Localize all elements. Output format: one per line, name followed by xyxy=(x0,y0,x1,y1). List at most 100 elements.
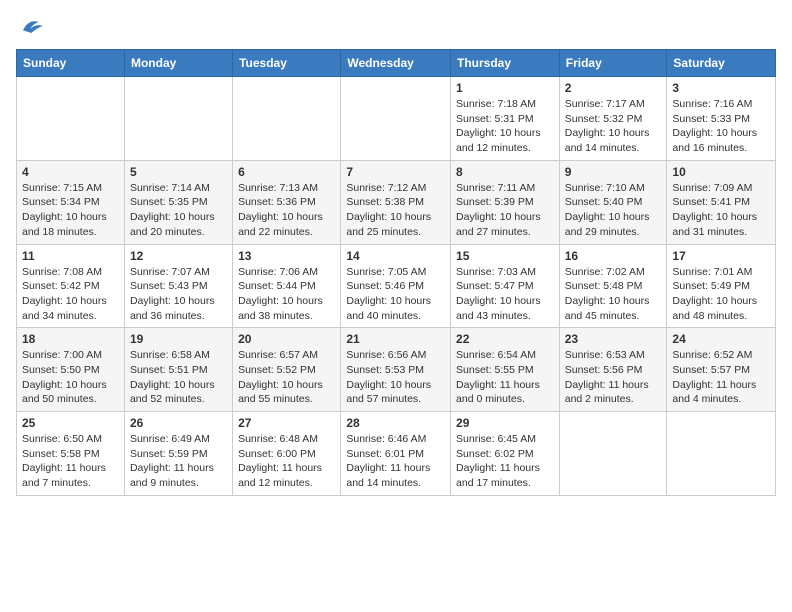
calendar-cell xyxy=(124,77,232,161)
day-info: Sunrise: 6:52 AM Sunset: 5:57 PM Dayligh… xyxy=(672,348,770,407)
calendar-cell: 27Sunrise: 6:48 AM Sunset: 6:00 PM Dayli… xyxy=(233,412,341,496)
day-number: 20 xyxy=(238,332,335,346)
week-row-2: 11 Sunrise: 7:08 AM Sunset: 5:42 PM Dayli… xyxy=(17,244,776,328)
week-row-0: 1 Sunrise: 7:18 AM Sunset: 5:31 PM Daylig… xyxy=(17,77,776,161)
day-number: 18 xyxy=(22,332,119,346)
calendar-cell: 17 Sunrise: 7:01 AM Sunset: 5:49 PM Dayli… xyxy=(667,244,776,328)
calendar-cell xyxy=(233,77,341,161)
calendar-cell: 13Sunrise: 7:06 AM Sunset: 5:44 PM Dayli… xyxy=(233,244,341,328)
calendar-cell: 29 Sunrise: 6:45 AM Sunset: 6:02 PM Dayli… xyxy=(451,412,560,496)
day-info: Sunrise: 7:01 AM Sunset: 5:49 PM Dayligh… xyxy=(672,265,770,324)
calendar-cell: 1 Sunrise: 7:18 AM Sunset: 5:31 PM Daylig… xyxy=(451,77,560,161)
calendar-table: SundayMondayTuesdayWednesdayThursdayFrid… xyxy=(16,49,776,496)
day-info: Sunrise: 6:56 AM Sunset: 5:53 PM Dayligh… xyxy=(346,348,445,407)
day-number: 28 xyxy=(346,416,445,430)
day-info: Sunrise: 7:06 AM Sunset: 5:44 PM Dayligh… xyxy=(238,265,335,324)
day-number: 16 xyxy=(565,249,662,263)
day-info: Sunrise: 7:13 AM Sunset: 5:36 PM Dayligh… xyxy=(238,181,335,240)
calendar-cell xyxy=(17,77,125,161)
day-number: 15 xyxy=(456,249,554,263)
day-number: 9 xyxy=(565,165,662,179)
calendar-cell: 24 Sunrise: 6:52 AM Sunset: 5:57 PM Dayli… xyxy=(667,328,776,412)
day-number: 7 xyxy=(346,165,445,179)
day-number: 12 xyxy=(130,249,227,263)
day-info: Sunrise: 6:46 AM Sunset: 6:01 PM Dayligh… xyxy=(346,432,445,491)
day-info: Sunrise: 6:57 AM Sunset: 5:52 PM Dayligh… xyxy=(238,348,335,407)
header xyxy=(16,16,776,41)
calendar-cell: 19 Sunrise: 6:58 AM Sunset: 5:51 PM Dayli… xyxy=(124,328,232,412)
day-number: 29 xyxy=(456,416,554,430)
day-info: Sunrise: 7:11 AM Sunset: 5:39 PM Dayligh… xyxy=(456,181,554,240)
week-row-4: 25 Sunrise: 6:50 AM Sunset: 5:58 PM Dayli… xyxy=(17,412,776,496)
day-number: 4 xyxy=(22,165,119,179)
day-info: Sunrise: 7:18 AM Sunset: 5:31 PM Dayligh… xyxy=(456,97,554,156)
calendar-cell: 26 Sunrise: 6:49 AM Sunset: 5:59 PM Dayli… xyxy=(124,412,232,496)
day-number: 11 xyxy=(22,249,119,263)
calendar-cell: 15 Sunrise: 7:03 AM Sunset: 5:47 PM Dayli… xyxy=(451,244,560,328)
day-info: Sunrise: 7:10 AM Sunset: 5:40 PM Dayligh… xyxy=(565,181,662,240)
day-number: 25 xyxy=(22,416,119,430)
calendar-cell: 3Sunrise: 7:16 AM Sunset: 5:33 PM Daylig… xyxy=(667,77,776,161)
calendar-cell: 25 Sunrise: 6:50 AM Sunset: 5:58 PM Dayli… xyxy=(17,412,125,496)
calendar-cell: 7 Sunrise: 7:12 AM Sunset: 5:38 PM Daylig… xyxy=(341,160,451,244)
day-info: Sunrise: 7:00 AM Sunset: 5:50 PM Dayligh… xyxy=(22,348,119,407)
day-info: Sunrise: 7:09 AM Sunset: 5:41 PM Dayligh… xyxy=(672,181,770,240)
calendar-cell xyxy=(341,77,451,161)
calendar-cell: 23 Sunrise: 6:53 AM Sunset: 5:56 PM Dayli… xyxy=(559,328,667,412)
calendar-cell: 8Sunrise: 7:11 AM Sunset: 5:39 PM Daylig… xyxy=(451,160,560,244)
day-number: 5 xyxy=(130,165,227,179)
calendar-cell: 4 Sunrise: 7:15 AM Sunset: 5:34 PM Daylig… xyxy=(17,160,125,244)
col-header-sunday: Sunday xyxy=(17,50,125,77)
day-info: Sunrise: 7:07 AM Sunset: 5:43 PM Dayligh… xyxy=(130,265,227,324)
calendar-cell: 20 Sunrise: 6:57 AM Sunset: 5:52 PM Dayli… xyxy=(233,328,341,412)
day-number: 26 xyxy=(130,416,227,430)
calendar-cell xyxy=(559,412,667,496)
day-number: 19 xyxy=(130,332,227,346)
calendar-cell: 16Sunrise: 7:02 AM Sunset: 5:48 PM Dayli… xyxy=(559,244,667,328)
week-row-1: 4 Sunrise: 7:15 AM Sunset: 5:34 PM Daylig… xyxy=(17,160,776,244)
logo xyxy=(16,16,48,41)
day-info: Sunrise: 7:12 AM Sunset: 5:38 PM Dayligh… xyxy=(346,181,445,240)
col-header-wednesday: Wednesday xyxy=(341,50,451,77)
logo-icon xyxy=(16,16,44,41)
day-number: 6 xyxy=(238,165,335,179)
calendar-cell: 9 Sunrise: 7:10 AM Sunset: 5:40 PM Daylig… xyxy=(559,160,667,244)
calendar-cell: 11 Sunrise: 7:08 AM Sunset: 5:42 PM Dayli… xyxy=(17,244,125,328)
day-number: 10 xyxy=(672,165,770,179)
calendar-cell: 22Sunrise: 6:54 AM Sunset: 5:55 PM Dayli… xyxy=(451,328,560,412)
day-info: Sunrise: 6:53 AM Sunset: 5:56 PM Dayligh… xyxy=(565,348,662,407)
day-info: Sunrise: 7:08 AM Sunset: 5:42 PM Dayligh… xyxy=(22,265,119,324)
col-header-tuesday: Tuesday xyxy=(233,50,341,77)
day-info: Sunrise: 6:48 AM Sunset: 6:00 PM Dayligh… xyxy=(238,432,335,491)
day-number: 24 xyxy=(672,332,770,346)
col-header-saturday: Saturday xyxy=(667,50,776,77)
calendar-cell: 14 Sunrise: 7:05 AM Sunset: 5:46 PM Dayli… xyxy=(341,244,451,328)
day-info: Sunrise: 6:45 AM Sunset: 6:02 PM Dayligh… xyxy=(456,432,554,491)
day-number: 23 xyxy=(565,332,662,346)
calendar-cell: 10 Sunrise: 7:09 AM Sunset: 5:41 PM Dayli… xyxy=(667,160,776,244)
day-info: Sunrise: 7:17 AM Sunset: 5:32 PM Dayligh… xyxy=(565,97,662,156)
day-info: Sunrise: 6:54 AM Sunset: 5:55 PM Dayligh… xyxy=(456,348,554,407)
day-info: Sunrise: 6:50 AM Sunset: 5:58 PM Dayligh… xyxy=(22,432,119,491)
calendar-cell: 28 Sunrise: 6:46 AM Sunset: 6:01 PM Dayli… xyxy=(341,412,451,496)
day-info: Sunrise: 7:15 AM Sunset: 5:34 PM Dayligh… xyxy=(22,181,119,240)
day-info: Sunrise: 7:14 AM Sunset: 5:35 PM Dayligh… xyxy=(130,181,227,240)
calendar-cell: 5 Sunrise: 7:14 AM Sunset: 5:35 PM Daylig… xyxy=(124,160,232,244)
day-info: Sunrise: 7:05 AM Sunset: 5:46 PM Dayligh… xyxy=(346,265,445,324)
day-info: Sunrise: 7:03 AM Sunset: 5:47 PM Dayligh… xyxy=(456,265,554,324)
col-header-thursday: Thursday xyxy=(451,50,560,77)
day-info: Sunrise: 6:49 AM Sunset: 5:59 PM Dayligh… xyxy=(130,432,227,491)
day-number: 21 xyxy=(346,332,445,346)
week-row-3: 18 Sunrise: 7:00 AM Sunset: 5:50 PM Dayli… xyxy=(17,328,776,412)
calendar-cell: 6 Sunrise: 7:13 AM Sunset: 5:36 PM Daylig… xyxy=(233,160,341,244)
calendar-cell: 2 Sunrise: 7:17 AM Sunset: 5:32 PM Daylig… xyxy=(559,77,667,161)
day-number: 14 xyxy=(346,249,445,263)
day-number: 1 xyxy=(456,81,554,95)
day-number: 2 xyxy=(565,81,662,95)
calendar-cell: 21 Sunrise: 6:56 AM Sunset: 5:53 PM Dayli… xyxy=(341,328,451,412)
calendar-cell: 12 Sunrise: 7:07 AM Sunset: 5:43 PM Dayli… xyxy=(124,244,232,328)
day-number: 3 xyxy=(672,81,770,95)
day-number: 17 xyxy=(672,249,770,263)
day-info: Sunrise: 6:58 AM Sunset: 5:51 PM Dayligh… xyxy=(130,348,227,407)
col-header-friday: Friday xyxy=(559,50,667,77)
